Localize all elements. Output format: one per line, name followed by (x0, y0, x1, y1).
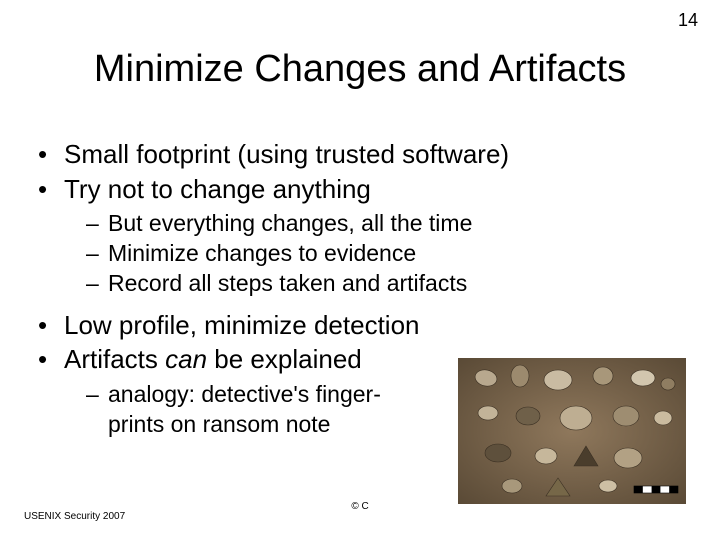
slide-title: Minimize Changes and Artifacts (0, 48, 720, 91)
bullet-em: can (165, 344, 207, 374)
bullet-small-footprint: Small footprint (using trusted software) (38, 138, 678, 171)
sub-analogy: analogy: detective's finger-prints on ra… (64, 380, 424, 440)
bullet-pre: Artifacts (64, 344, 165, 374)
sub-minimize-evidence: Minimize changes to evidence (64, 239, 678, 269)
footer-left: USENIX Security 2007 (24, 511, 125, 522)
bullet-low-profile: Low profile, minimize detection (38, 309, 678, 342)
bullet-try-not-change: Try not to change anything But everythin… (38, 173, 678, 299)
bullet-text: Try not to change anything (64, 174, 371, 204)
sub-record-steps: Record all steps taken and artifacts (64, 269, 678, 299)
page-number: 14 (678, 10, 698, 31)
sub-everything-changes: But everything changes, all the time (64, 209, 678, 239)
stone-artifacts-photo (458, 358, 686, 504)
bullet-post: be explained (207, 344, 362, 374)
